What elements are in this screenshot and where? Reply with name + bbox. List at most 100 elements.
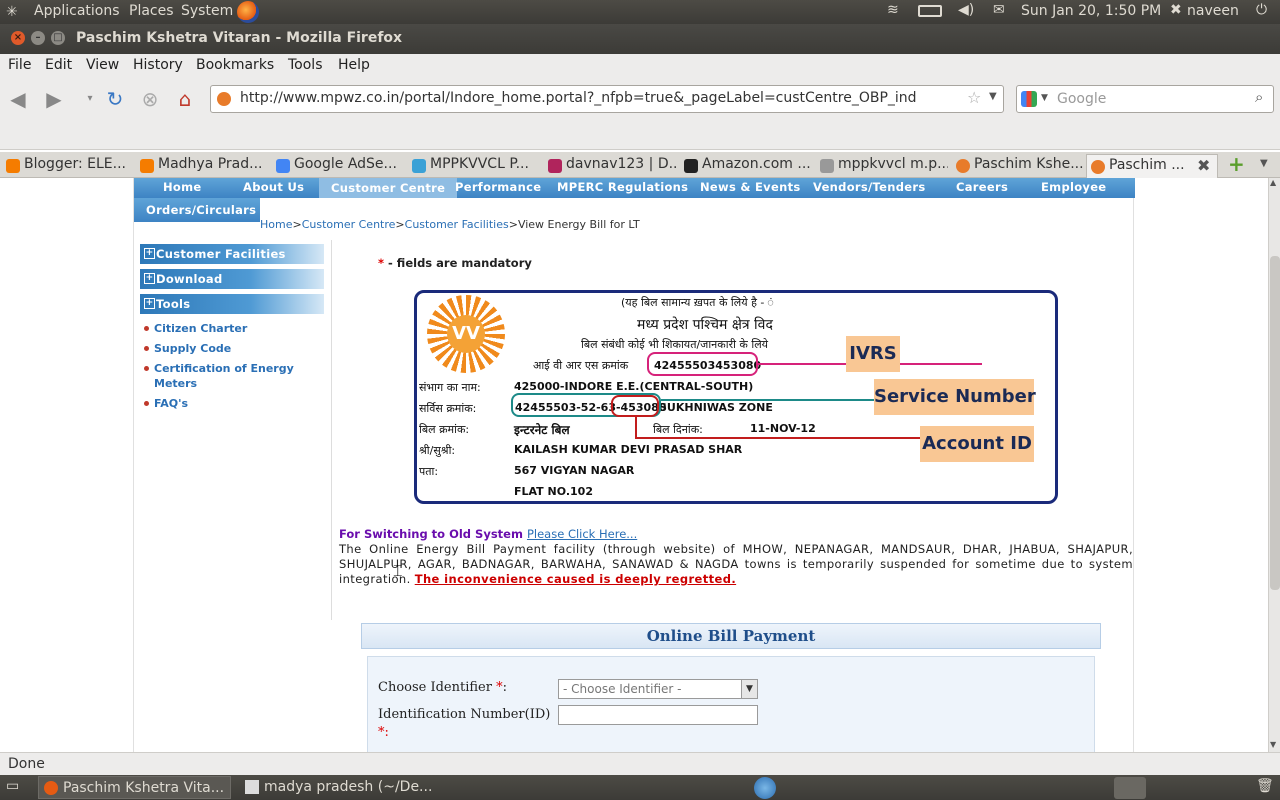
forward-icon[interactable]: ▶: [40, 86, 68, 112]
places-menu[interactable]: Places: [129, 3, 174, 19]
show-desktop-icon[interactable]: ▭: [6, 778, 19, 794]
chevron-down-icon[interactable]: ▼: [741, 680, 757, 698]
sidebar-link-supply-code[interactable]: Supply Code: [144, 341, 231, 356]
search-bar[interactable]: ▼ Google ⌕: [1016, 85, 1274, 113]
breadcrumb-home[interactable]: Home: [260, 218, 292, 231]
search-input[interactable]: Google: [1057, 91, 1106, 107]
menu-help[interactable]: Help: [338, 57, 370, 73]
sidebar-link-faqs[interactable]: FAQ's: [144, 396, 188, 411]
nav-news-events[interactable]: News & Events: [700, 180, 801, 194]
tab-label: Paschim ...: [1109, 157, 1185, 173]
sidebar-link-citizen-charter[interactable]: Citizen Charter: [144, 321, 247, 336]
bookmark-star-icon[interactable]: ☆: [967, 88, 981, 107]
tab-blogger[interactable]: Blogger: ELE...: [2, 154, 134, 178]
new-tab-icon[interactable]: +: [1228, 152, 1245, 176]
back-icon[interactable]: ◀: [4, 86, 32, 112]
close-tab-icon[interactable]: ✖: [1197, 156, 1210, 175]
sidebar-download[interactable]: Download: [140, 269, 324, 289]
bill-address-line1: 567 VIGYAN NAGAR: [514, 464, 635, 477]
url-text[interactable]: http://www.mpwz.co.in/portal/Indore_home…: [240, 90, 917, 106]
logo-monogram: VV: [447, 315, 485, 353]
maximize-window-icon[interactable]: □: [51, 31, 65, 45]
tab-amazon[interactable]: Amazon.com ...: [680, 154, 812, 178]
scroll-up-icon[interactable]: ▲: [1270, 178, 1276, 187]
inconvenience-link[interactable]: The inconvenience caused is deeply regre…: [415, 572, 736, 586]
tab-paschim-active[interactable]: Paschim ... ✖: [1086, 154, 1218, 178]
menu-bookmarks[interactable]: Bookmarks: [196, 57, 274, 73]
ivrs-highlight-oval: [647, 352, 758, 376]
tab-madhya-pradesh[interactable]: Madhya Prad...: [136, 154, 268, 178]
home-icon[interactable]: ⌂: [171, 86, 199, 112]
url-bar[interactable]: http://www.mpwz.co.in/portal/Indore_home…: [210, 85, 1004, 113]
tab-davnav123[interactable]: davnav123 | D...: [544, 154, 676, 178]
tab-mppkvvcl-mp[interactable]: mppkvvcl m.p...: [816, 154, 948, 178]
workspace-switcher[interactable]: [1114, 777, 1146, 799]
menu-history[interactable]: History: [133, 57, 183, 73]
ubuntu-logo-icon[interactable]: ✳: [6, 4, 18, 20]
search-icon[interactable]: ⌕: [1255, 88, 1263, 106]
reload-icon[interactable]: ↻: [101, 86, 129, 112]
power-icon[interactable]: ⏻: [1256, 2, 1267, 18]
scrollbar-thumb[interactable]: [1270, 256, 1280, 590]
nav-performance[interactable]: Performance: [455, 180, 541, 194]
tab-mppkvvcl[interactable]: MPPKVVCL P...: [408, 154, 540, 178]
minimize-window-icon[interactable]: –: [31, 31, 45, 45]
globe-icon[interactable]: [754, 777, 776, 799]
menu-bar: File Edit View History Bookmarks Tools H…: [0, 54, 1280, 78]
engine-dropdown-icon[interactable]: ▼: [1041, 93, 1048, 103]
sidebar-customer-facilities[interactable]: Customer Facilities: [140, 244, 324, 264]
applications-menu[interactable]: Applications: [34, 3, 120, 19]
taskbar-firefox[interactable]: Paschim Kshetra Vita...: [38, 776, 231, 799]
menu-tools[interactable]: Tools: [288, 57, 323, 73]
switch-label: For Switching to Old System: [339, 527, 523, 541]
nav-about-us[interactable]: About Us: [243, 180, 304, 194]
nav-employee[interactable]: Employee: [1041, 180, 1106, 194]
sidebar-tools[interactable]: Tools: [140, 294, 324, 314]
url-dropdown-icon[interactable]: ▼: [989, 91, 997, 102]
tab-list-icon[interactable]: ▼: [1260, 158, 1268, 169]
nav-vendors-tenders[interactable]: Vendors/Tenders: [813, 180, 925, 194]
google-engine-icon[interactable]: [1021, 91, 1037, 107]
choose-identifier-text: Choose Identifier: [378, 680, 492, 695]
menu-view[interactable]: View: [86, 57, 119, 73]
breadcrumb-customer-facilities[interactable]: Customer Facilities: [405, 218, 509, 231]
history-dropdown-icon[interactable]: ▾: [76, 86, 104, 112]
nav-customer-centre[interactable]: Customer Centre: [319, 178, 458, 198]
volume-icon[interactable]: ◀): [958, 2, 974, 18]
trash-icon[interactable]: 🗑: [1256, 778, 1274, 794]
close-window-icon[interactable]: ×: [11, 31, 25, 45]
switch-old-system: For Switching to Old System Please Click…: [339, 527, 637, 541]
stop-icon[interactable]: ⊗: [136, 86, 164, 112]
system-menu[interactable]: System: [181, 3, 233, 19]
menu-edit[interactable]: Edit: [45, 57, 72, 73]
bill-date-label: बिल दिनांक:: [653, 423, 703, 436]
breadcrumb-customer-centre[interactable]: Customer Centre: [302, 218, 396, 231]
nav-mperc-regulations[interactable]: MPERC Regulations: [557, 180, 688, 194]
taskbar-label: madya pradesh (~/De...: [264, 779, 433, 795]
firefox-launcher-icon[interactable]: [237, 1, 259, 23]
mail-icon[interactable]: ✉: [993, 2, 1005, 18]
tab-label: Blogger: ELE...: [24, 156, 126, 172]
identifier-select[interactable]: - Choose Identifier - ▼: [558, 679, 758, 699]
old-system-link[interactable]: Please Click Here...: [527, 527, 637, 541]
clock[interactable]: Sun Jan 20, 1:50 PM: [1021, 3, 1161, 19]
identification-number-input[interactable]: [558, 705, 758, 725]
nav-orders-circulars[interactable]: Orders/Circulars: [134, 198, 260, 222]
user-name[interactable]: naveen: [1187, 3, 1239, 19]
service-number-callout: Service Number: [874, 379, 1036, 415]
scroll-down-icon[interactable]: ▼: [1270, 740, 1276, 749]
taskbar-text-editor[interactable]: madya pradesh (~/De...: [240, 776, 440, 799]
sidebar-link-certification[interactable]: Certification of Energy Meters: [144, 361, 314, 391]
battery-icon[interactable]: [918, 5, 942, 17]
menu-file[interactable]: File: [8, 57, 31, 73]
nav-home[interactable]: Home: [163, 180, 202, 194]
bill-address-label: पता:: [419, 465, 439, 478]
tab-google-adsense[interactable]: Google AdSe...: [272, 154, 404, 178]
wifi-icon[interactable]: ≋: [887, 2, 899, 18]
tab-paschim-1[interactable]: Paschim Kshe...: [952, 154, 1084, 178]
bill-name-label: श्री/सुश्री:: [419, 444, 456, 457]
site-frame: Home About Us Customer Centre Performanc…: [133, 178, 1135, 752]
bill-header-line2: मध्य प्रदेश पश्चिम क्षेत्र विद: [637, 317, 773, 333]
nav-careers[interactable]: Careers: [956, 180, 1008, 194]
page-scrollbar[interactable]: ▲ ▼: [1268, 178, 1280, 752]
